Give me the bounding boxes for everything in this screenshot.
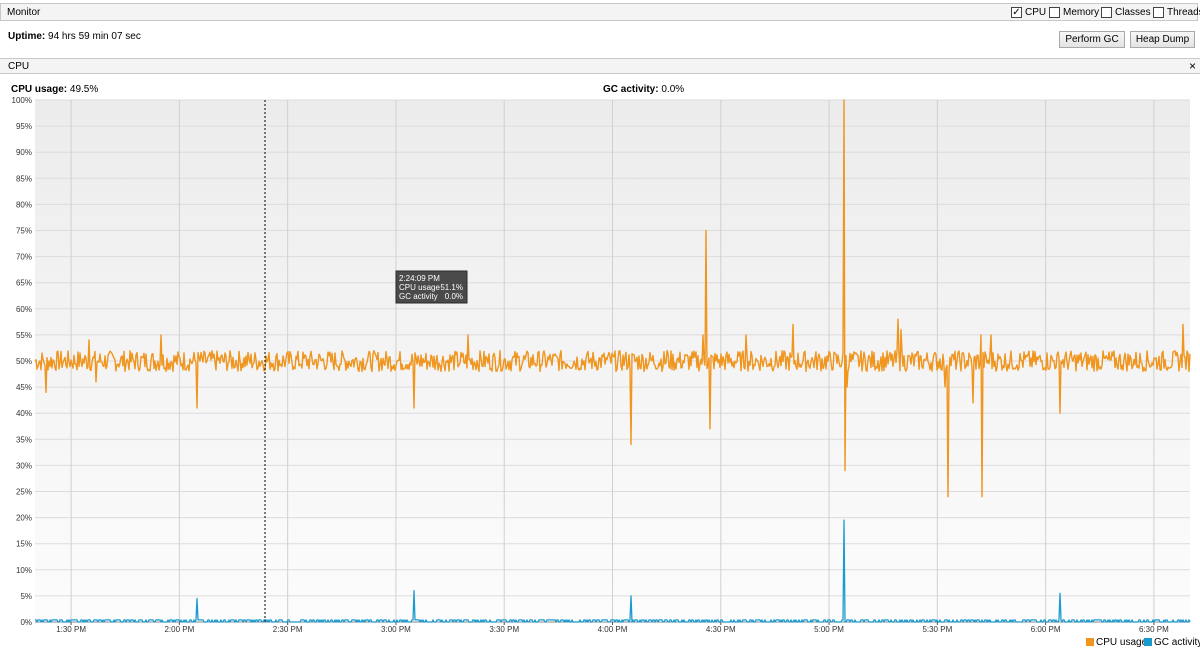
x-tick-label: 4:00 PM <box>598 625 628 634</box>
y-tick-label: 30% <box>16 461 32 470</box>
monitor-title: Monitor <box>7 7 41 18</box>
tooltip-cpu-label: CPU usage <box>399 283 440 292</box>
x-tick-label: 3:30 PM <box>489 625 519 634</box>
memory-checkbox-box[interactable] <box>1049 7 1060 18</box>
y-tick-label: 40% <box>16 409 32 418</box>
monitor-header: Monitor ✓ CPU Memory Classes Threads <box>0 3 1200 21</box>
uptime-value: 94 hrs 59 min 07 sec <box>48 31 141 42</box>
tooltip-gc-value: 0.0% <box>445 292 463 301</box>
gc-activity-label: GC activity: <box>603 84 659 95</box>
x-tick-label: 4:30 PM <box>706 625 736 634</box>
legend-gc-activity: GC activity <box>1144 637 1200 648</box>
tooltip-box <box>395 270 468 304</box>
y-tick-label: 70% <box>16 253 32 262</box>
y-tick-label: 80% <box>16 200 32 209</box>
uptime: Uptime: 94 hrs 59 min 07 sec <box>8 31 141 42</box>
y-tick-label: 5% <box>20 592 32 601</box>
gc-activity-value: 0.0% <box>661 84 685 95</box>
y-tick-label: 65% <box>16 279 32 288</box>
cpu-panel-title: CPU <box>8 61 30 72</box>
legend-gc-swatch <box>1144 638 1152 646</box>
x-tick-label: 3:00 PM <box>381 625 411 634</box>
legend-cpu-usage: CPU usage <box>1086 637 1147 648</box>
memory-checkbox-label: Memory <box>1063 7 1100 18</box>
y-tick-label: 10% <box>16 566 32 575</box>
tooltip-cpu-value: 51.1% <box>440 283 463 292</box>
tooltip-gc-label: GC activity <box>399 292 438 301</box>
y-tick-label: 20% <box>16 514 32 523</box>
y-tick-label: 60% <box>16 305 32 314</box>
y-tick-label: 75% <box>16 227 32 236</box>
y-tick-label: 85% <box>16 174 32 183</box>
y-tick-label: 45% <box>16 383 32 392</box>
uptime-label: Uptime: <box>8 31 46 42</box>
y-tick-label: 90% <box>16 148 32 157</box>
y-tick-label: 95% <box>16 122 32 131</box>
close-icon[interactable]: × <box>1189 59 1196 73</box>
y-tick-label: 50% <box>16 357 32 366</box>
legend-cpu-swatch <box>1086 638 1094 646</box>
cpu-usage-label: CPU usage: <box>11 84 68 95</box>
cpu-chart[interactable]: 0% 5% 10% 15% 20% 25% 30% 35% 40% 45% 50% 55% 60% 65%… <box>0 0 1200 644</box>
cpu-usage-series <box>34 99 1191 498</box>
threads-checkbox-box[interactable] <box>1153 7 1164 18</box>
legend-gc-label: GC activity <box>1154 637 1200 648</box>
cpu-usage-stat: CPU usage: 49.5% <box>11 84 98 95</box>
x-tick-label: 2:00 PM <box>164 625 194 634</box>
threads-checkbox-label: Threads <box>1167 7 1200 18</box>
y-tick-label: 100% <box>12 96 32 105</box>
y-tick-label: 25% <box>16 488 32 497</box>
y-tick-label: 35% <box>16 435 32 444</box>
x-tick-label: 6:00 PM <box>1031 625 1061 634</box>
tooltip-time: 2:24:09 PM <box>399 274 440 283</box>
gc-activity-series <box>35 519 1191 623</box>
x-tick-label: 5:00 PM <box>814 625 844 634</box>
y-tick-label: 15% <box>16 540 32 549</box>
x-tick-label: 2:30 PM <box>273 625 303 634</box>
plot-area <box>35 100 1190 622</box>
classes-checkbox-box[interactable] <box>1101 7 1112 18</box>
gc-activity-stat: GC activity: 0.0% <box>603 84 684 95</box>
y-tick-label: 0% <box>20 618 32 627</box>
y-tick-label: 55% <box>16 331 32 340</box>
cpu-checkbox-box[interactable]: ✓ <box>1011 7 1022 18</box>
x-tick-label: 1:30 PM <box>56 625 86 634</box>
x-tick-label: 6:30 PM <box>1139 625 1169 634</box>
tooltip: 2:24:09 PM CPU usage 51.1% GC activity 0… <box>395 270 468 304</box>
cpu-usage-value: 49.5% <box>69 84 99 95</box>
x-tick-label: 5:30 PM <box>922 625 952 634</box>
classes-checkbox-label: Classes <box>1115 7 1151 18</box>
legend-cpu-label: CPU usage <box>1096 637 1148 648</box>
cpu-checkbox-label: CPU <box>1025 7 1047 18</box>
cpu-panel-header: CPU × <box>0 58 1200 74</box>
heap-dump-button[interactable]: Heap Dump <box>1130 31 1195 48</box>
perform-gc-button[interactable]: Perform GC <box>1059 31 1125 48</box>
